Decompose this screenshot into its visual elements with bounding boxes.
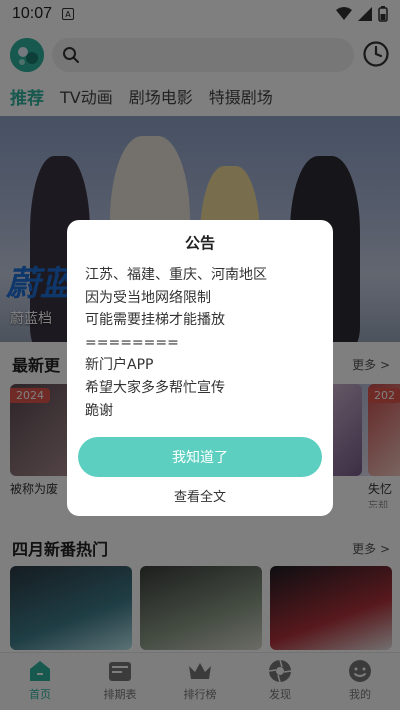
dialog-separator: ======== xyxy=(85,334,179,351)
dialog-line: 跪谢 xyxy=(85,402,113,419)
dialog-body: 江苏、福建、重庆、河南地区 因为受当地网络限制 可能需要挂梯才能播放 =====… xyxy=(85,264,321,422)
view-full-text-link[interactable]: 查看全文 xyxy=(67,486,333,505)
dialog-title: 公告 xyxy=(184,234,215,252)
dialog-line: 新门户APP xyxy=(85,357,154,374)
dialog-line: 因为受当地网络限制 xyxy=(85,289,211,306)
announcement-dialog: 公告 江苏、福建、重庆、河南地区 因为受当地网络限制 可能需要挂梯才能播放 ==… xyxy=(67,220,333,516)
dialog-line: 江苏、福建、重庆、河南地区 xyxy=(85,267,267,283)
confirm-button[interactable]: 我知道了 xyxy=(78,437,322,477)
dialog-line: 可能需要挂梯才能播放 xyxy=(85,312,225,329)
dialog-line: 希望大家多多帮忙宣传 xyxy=(85,379,225,396)
